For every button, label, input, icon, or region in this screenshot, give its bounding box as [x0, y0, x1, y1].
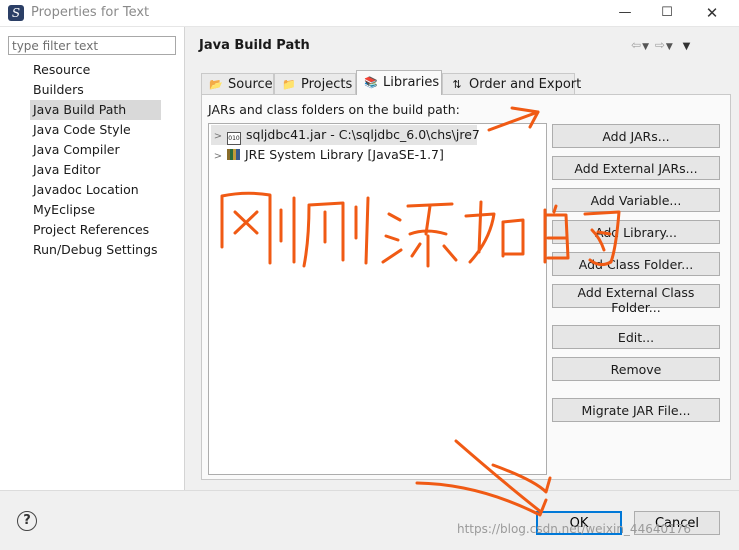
nav-item-java-compiler[interactable]: Java Compiler [30, 140, 161, 160]
add-class-folder-button[interactable]: Add Class Folder... [552, 252, 720, 276]
nav-item-resource[interactable]: Resource [30, 60, 161, 80]
tree-item-sqljdbc-jar[interactable]: >010 sqljdbc41.jar - C:\sqljdbc_6.0\chs\j… [211, 125, 480, 147]
csdn-watermark: https://blog.csdn.net/weixin_44640176 [457, 522, 692, 536]
add-library-button[interactable]: Add Library... [552, 220, 720, 244]
view-menu-icon[interactable]: ▼ [683, 41, 692, 52]
forward-dropdown-icon[interactable]: ▼ [666, 42, 674, 52]
add-jars-button[interactable]: Add JARs... [552, 124, 720, 148]
libraries-icon: 📚 [364, 76, 378, 89]
nav-item-myeclipse[interactable]: MyEclipse [30, 200, 161, 220]
remove-button[interactable]: Remove [552, 357, 720, 381]
tab-libraries[interactable]: 📚 Libraries [356, 70, 442, 95]
source-folder-icon: 📂 [209, 78, 223, 91]
nav-item-builders[interactable]: Builders [30, 80, 161, 100]
libraries-label: JARs and class folders on the build path… [208, 102, 460, 117]
tree-item-jre-system-library[interactable]: > JRE System Library [JavaSE-1.7] [211, 145, 448, 165]
order-export-icon: ⇅ [452, 78, 462, 91]
migrate-jar-file-button[interactable]: Migrate JAR File... [552, 398, 720, 422]
nav-item-java-code-style[interactable]: Java Code Style [30, 120, 161, 140]
build-path-page: Java Build Path ⇦▼ ⇨▼ ▼ 📂 Source 📁 Project… [185, 27, 739, 490]
projects-icon: 📁 [282, 78, 296, 91]
add-variable-button[interactable]: Add Variable... [552, 188, 720, 212]
jar-icon: 010 [227, 132, 241, 145]
filter-input[interactable] [8, 36, 176, 55]
forward-arrow-icon[interactable]: ⇨ [655, 38, 666, 52]
window-title: Properties for Text [31, 5, 150, 20]
dialog-button-bar: ? OK Cancel [0, 490, 739, 550]
expand-chevron-icon[interactable]: > [211, 147, 225, 167]
title-bar: S Properties for Text — ☐ ✕ [0, 0, 739, 27]
history-nav: ⇦▼ ⇨▼ ▼ [631, 38, 691, 52]
build-path-tree[interactable]: >010 sqljdbc41.jar - C:\sqljdbc_6.0\chs\j… [208, 123, 547, 475]
library-icon [227, 149, 240, 160]
property-page-list: Resource Builders Java Build Path Java C… [30, 60, 161, 260]
nav-item-run-debug-settings[interactable]: Run/Debug Settings [30, 240, 161, 260]
minimize-button[interactable]: — [610, 2, 640, 24]
help-icon[interactable]: ? [17, 511, 37, 531]
close-button[interactable]: ✕ [697, 2, 727, 24]
add-external-jars-button[interactable]: Add External JARs... [552, 156, 720, 180]
add-external-class-folder-button[interactable]: Add External Class Folder... [552, 284, 720, 315]
back-dropdown-icon[interactable]: ▼ [642, 42, 650, 52]
back-arrow-icon[interactable]: ⇦ [631, 38, 642, 52]
nav-item-java-editor[interactable]: Java Editor [30, 160, 161, 180]
eclipse-app-icon: S [8, 5, 24, 21]
nav-item-java-build-path[interactable]: Java Build Path [30, 100, 161, 120]
tab-projects[interactable]: 📁 Projects [274, 73, 356, 94]
edit-button[interactable]: Edit... [552, 325, 720, 349]
page-title: Java Build Path [199, 38, 310, 53]
libraries-panel: JARs and class folders on the build path… [201, 94, 731, 480]
properties-nav-pane: Resource Builders Java Build Path Java C… [0, 27, 185, 490]
nav-item-project-references[interactable]: Project References [30, 220, 161, 240]
tab-order-and-export[interactable]: ⇅ Order and Export [442, 73, 581, 94]
tab-source[interactable]: 📂 Source [201, 73, 274, 94]
maximize-button[interactable]: ☐ [652, 2, 682, 24]
nav-item-javadoc-location[interactable]: Javadoc Location [30, 180, 161, 200]
expand-chevron-icon[interactable]: > [211, 127, 225, 147]
